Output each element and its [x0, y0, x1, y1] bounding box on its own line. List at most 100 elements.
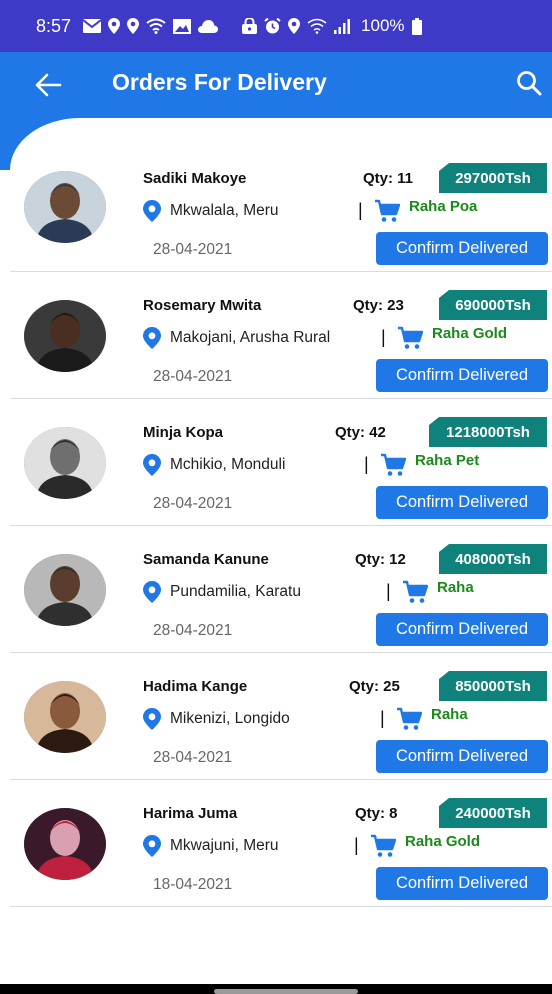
- confirm-delivered-button[interactable]: Confirm Delivered: [376, 613, 548, 646]
- separator: |: [354, 835, 359, 855]
- cloud-icon: [198, 19, 219, 33]
- cart-icon: [397, 707, 422, 730]
- battery-percent: 100%: [361, 16, 405, 35]
- customer-avatar: [24, 300, 106, 372]
- order-row[interactable]: Samanda Kanune Qty: 12 408000Tsh Pundami…: [10, 526, 552, 653]
- order-date: 28-04-2021: [153, 368, 233, 385]
- customer-name: Rosemary Mwita: [143, 297, 262, 314]
- order-date: 28-04-2021: [153, 241, 233, 258]
- product-name: Raha: [437, 579, 474, 596]
- home-gesture-handle[interactable]: [214, 989, 358, 994]
- customer-name: Minja Kopa: [143, 424, 224, 441]
- customer-name: Hadima Kange: [143, 678, 248, 695]
- cart-icon: [371, 834, 396, 857]
- separator: |: [381, 327, 386, 347]
- confirm-delivered-button[interactable]: Confirm Delivered: [376, 232, 548, 265]
- arrow-left-icon[interactable]: [34, 72, 62, 98]
- search-icon[interactable]: [516, 70, 542, 96]
- order-row[interactable]: Harima Juma Qty: 8 240000Tsh Mkwajuni, M…: [10, 780, 552, 907]
- location-text: Mkwalala, Meru: [170, 202, 279, 219]
- separator: |: [364, 454, 369, 474]
- order-date: 28-04-2021: [153, 749, 233, 766]
- customer-avatar: [24, 554, 106, 626]
- location-text: Mikenizi, Longido: [170, 710, 290, 727]
- product-name: Raha Gold: [432, 325, 508, 342]
- lock-icon: [242, 18, 258, 34]
- battery-icon: [411, 17, 422, 35]
- status-system-icons: 100%: [242, 16, 422, 36]
- cart-icon: [381, 453, 406, 476]
- order-quantity: Qty: 8: [355, 805, 398, 822]
- separator: |: [358, 200, 363, 220]
- alarm-icon: [264, 18, 281, 34]
- product-name: Raha Poa: [409, 198, 478, 215]
- order-date: 28-04-2021: [153, 495, 233, 512]
- order-quantity: Qty: 42: [335, 424, 386, 441]
- location-icon: [288, 18, 301, 34]
- price-badge: 297000Tsh: [439, 163, 547, 193]
- cart-icon: [375, 199, 400, 222]
- customer-name: Harima Juma: [143, 805, 238, 822]
- product-name: Raha: [431, 706, 468, 723]
- location-text: Mkwajuni, Meru: [170, 837, 279, 854]
- location-pin-icon: [143, 835, 161, 857]
- wifi-icon: [146, 18, 166, 34]
- order-row[interactable]: Minja Kopa Qty: 42 1218000Tsh Mchikio, M…: [10, 399, 552, 526]
- customer-location: Mikenizi, Longido: [143, 708, 290, 730]
- customer-avatar: [24, 681, 106, 753]
- status-notification-icons: [83, 18, 219, 34]
- location-pin-icon: [143, 327, 161, 349]
- separator: |: [380, 708, 385, 728]
- status-bar: 8:57 100%: [0, 0, 552, 52]
- order-quantity: Qty: 12: [355, 551, 406, 568]
- cell-signal-icon: [334, 18, 351, 34]
- price-badge: 240000Tsh: [439, 798, 547, 828]
- customer-location: Makojani, Arusha Rural: [143, 327, 330, 349]
- app-bar: Orders For Delivery: [0, 52, 552, 118]
- location-pin-icon: [143, 200, 161, 222]
- customer-location: Mchikio, Monduli: [143, 454, 285, 476]
- order-date: 28-04-2021: [153, 622, 233, 639]
- order-date: 18-04-2021: [153, 876, 233, 893]
- confirm-delivered-button[interactable]: Confirm Delivered: [376, 486, 548, 519]
- customer-name: Sadiki Makoye: [143, 170, 247, 187]
- customer-name: Samanda Kanune: [143, 551, 269, 568]
- product-name: Raha Pet: [415, 452, 480, 469]
- customer-avatar: [24, 171, 106, 243]
- location-icon: [108, 18, 121, 34]
- location-pin-icon: [143, 454, 161, 476]
- confirm-delivered-button[interactable]: Confirm Delivered: [376, 740, 548, 773]
- confirm-delivered-button[interactable]: Confirm Delivered: [376, 867, 548, 900]
- order-row[interactable]: Sadiki Makoye Qty: 11 297000Tsh Mkwalala…: [10, 145, 552, 272]
- separator: |: [386, 581, 391, 601]
- order-row[interactable]: Rosemary Mwita Qty: 23 690000Tsh Makojan…: [10, 272, 552, 399]
- orders-list: Sadiki Makoye Qty: 11 297000Tsh Mkwalala…: [10, 145, 552, 907]
- location-text: Makojani, Arusha Rural: [170, 329, 331, 346]
- location-pin-icon: [143, 708, 161, 730]
- location-text: Pundamilia, Karatu: [170, 583, 301, 600]
- customer-location: Mkwajuni, Meru: [143, 835, 279, 857]
- product-name: Raha Gold: [405, 833, 481, 850]
- customer-avatar: [24, 427, 106, 499]
- order-quantity: Qty: 25: [349, 678, 400, 695]
- price-badge: 690000Tsh: [439, 290, 547, 320]
- image-icon: [173, 18, 192, 34]
- customer-location: Pundamilia, Karatu: [143, 581, 301, 603]
- location-pin-icon: [143, 581, 161, 603]
- customer-location: Mkwalala, Meru: [143, 200, 279, 222]
- status-time: 8:57: [36, 15, 72, 36]
- order-quantity: Qty: 11: [363, 170, 414, 187]
- price-badge: 1218000Tsh: [429, 417, 547, 447]
- order-row[interactable]: Hadima Kange Qty: 25 850000Tsh Mikenizi,…: [10, 653, 552, 780]
- order-quantity: Qty: 23: [353, 297, 404, 314]
- location-icon: [127, 18, 140, 34]
- mail-icon: [83, 19, 102, 33]
- customer-avatar: [24, 808, 106, 880]
- price-badge: 850000Tsh: [439, 671, 547, 701]
- location-text: Mchikio, Monduli: [170, 456, 286, 473]
- page-title: Orders For Delivery: [112, 69, 327, 95]
- cart-icon: [398, 326, 423, 349]
- cart-icon: [403, 580, 428, 603]
- confirm-delivered-button[interactable]: Confirm Delivered: [376, 359, 548, 392]
- price-badge: 408000Tsh: [439, 544, 547, 574]
